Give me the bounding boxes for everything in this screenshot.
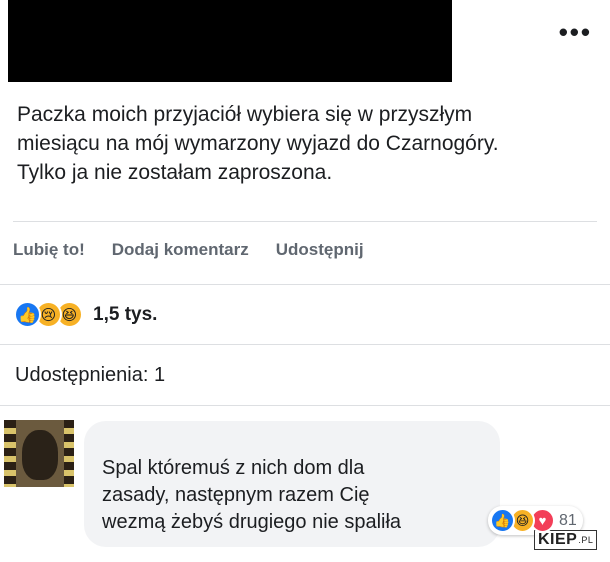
post-text-line: Paczka moich przyjaciół wybiera się w pr… — [17, 103, 473, 126]
avatar-frame — [4, 420, 16, 487]
divider — [0, 405, 610, 406]
watermark-main: KIEP — [538, 531, 578, 548]
comment-reactions-count: 81 — [559, 511, 577, 529]
comment-text: Spal któremuś z nich dom dla zasady, nas… — [102, 455, 482, 536]
comment-bubble: Spal któremuś z nich dom dla zasady, nas… — [84, 421, 500, 547]
comment-text-line: zasady, następnym razem Cię — [102, 484, 370, 506]
shares-count[interactable]: Udostępnienia: 1 — [15, 364, 165, 387]
like-icon: 👍 — [14, 301, 41, 328]
post-text-line: Tylko ja nie zostałam zaproszona. — [17, 161, 333, 184]
redacted-header — [8, 0, 452, 82]
comment-button[interactable]: Dodaj komentarz — [112, 240, 249, 260]
avatar-frame — [64, 420, 74, 487]
divider — [13, 221, 597, 222]
avatar[interactable] — [4, 420, 74, 487]
divider — [0, 344, 610, 345]
reactions-summary[interactable]: 👍 😢 😆 1,5 tys. — [14, 301, 157, 328]
post-text-line: miesiącu na mój wymarzony wyjazd do Czar… — [17, 132, 499, 155]
like-button[interactable]: Lubię to! — [13, 240, 85, 260]
comment-text-line: Spal któremuś z nich dom dla — [102, 457, 365, 479]
watermark-logo: KIEP .PL — [534, 530, 598, 550]
watermark-suffix: .PL — [578, 535, 594, 545]
post-text: Paczka moich przyjaciół wybiera się w pr… — [17, 100, 597, 187]
more-dots-icon[interactable]: ••• — [559, 19, 592, 45]
post-actions: Lubię to! Dodaj komentarz Udostępnij — [13, 240, 364, 260]
like-icon: 👍 — [490, 508, 515, 533]
avatar-face — [22, 430, 58, 480]
share-button[interactable]: Udostępnij — [276, 240, 364, 260]
reactions-count[interactable]: 1,5 tys. — [93, 304, 157, 326]
comment-text-line: wezmą żebyś drugiego nie spaliła — [102, 511, 402, 533]
divider — [0, 284, 610, 285]
